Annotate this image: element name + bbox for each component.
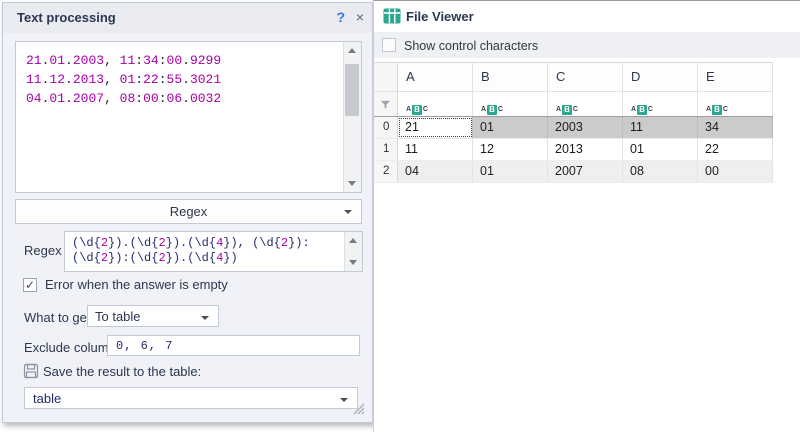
- save-result-label: Save the result to the table:: [43, 364, 201, 379]
- exclude-columns-value: 0, 6, 7: [116, 339, 173, 353]
- what-to-get-dropdown[interactable]: To table: [87, 305, 219, 327]
- table-cell[interactable]: 01: [623, 139, 698, 160]
- scrollbar-thumb[interactable]: [345, 64, 359, 116]
- text-processing-dialog: Text processing ? × 21.01.2003, 11:34:00…: [2, 2, 373, 423]
- data-table: ABCDEABCABCABCABCABC02101200311341111220…: [374, 62, 773, 183]
- mode-dropdown[interactable]: Regex: [15, 199, 362, 224]
- table-cell[interactable]: 2007: [548, 161, 623, 182]
- table-cell[interactable]: 22: [698, 139, 773, 160]
- table-cell[interactable]: 01: [473, 117, 548, 138]
- file-viewer-title: File Viewer: [406, 9, 474, 24]
- chevron-down-icon: [201, 316, 209, 320]
- table-cell[interactable]: 34: [698, 117, 773, 138]
- table-corner-cell[interactable]: [374, 63, 398, 91]
- scroll-up-icon[interactable]: [345, 233, 362, 248]
- column-type-cell[interactable]: ABC: [473, 92, 548, 116]
- mode-dropdown-value: Regex: [16, 204, 361, 219]
- row-header[interactable]: 0: [374, 117, 398, 138]
- table-filter-row: ABC ABC ABC ABC ABC: [374, 92, 773, 117]
- column-type-abc-icon: ABC: [481, 105, 503, 115]
- table-cell[interactable]: 11: [398, 139, 473, 160]
- table-cell[interactable]: 00: [698, 161, 773, 182]
- column-type-cell[interactable]: ABC: [623, 92, 698, 116]
- error-checkbox[interactable]: ✓: [23, 278, 37, 292]
- scroll-down-icon[interactable]: [344, 176, 361, 191]
- column-type-cell[interactable]: ABC: [698, 92, 773, 116]
- column-type-cell[interactable]: ABC: [398, 92, 473, 116]
- filter-icon[interactable]: [374, 92, 398, 116]
- help-icon[interactable]: ?: [336, 9, 345, 25]
- dialog-title: Text processing: [17, 10, 116, 25]
- table-cell[interactable]: 01: [473, 161, 548, 182]
- row-header[interactable]: 1: [374, 139, 398, 160]
- table-row: 0210120031134: [374, 117, 773, 139]
- dialog-titlebar[interactable]: Text processing ? ×: [3, 3, 372, 33]
- save-icon: [23, 363, 39, 379]
- table-header-row: ABCDE: [374, 62, 773, 92]
- regex-field-label: Regex: [24, 243, 62, 258]
- regex-input-content[interactable]: (\d{2}).(\d{2}).(\d{4}), (\d{2}): (\d{2}…: [65, 232, 345, 271]
- column-type-abc-icon: ABC: [631, 105, 653, 115]
- regex-scrollbar[interactable]: [344, 232, 362, 271]
- column-type-abc-icon: ABC: [406, 105, 428, 115]
- source-text-area[interactable]: 21.01.2003, 11:34:00.9299 11.12.2013, 01…: [15, 41, 362, 193]
- close-icon[interactable]: ×: [356, 9, 364, 25]
- regex-input[interactable]: (\d{2}).(\d{2}).(\d{4}), (\d{2}): (\d{2}…: [64, 231, 363, 272]
- table-cell[interactable]: 21: [398, 117, 473, 138]
- table-cell[interactable]: 2013: [548, 139, 623, 160]
- table-cell[interactable]: 12: [473, 139, 548, 160]
- file-viewer-panel: File Viewer Show control characters ABCD…: [373, 0, 800, 432]
- column-header[interactable]: A: [398, 63, 473, 91]
- exclude-columns-input[interactable]: 0, 6, 7: [107, 335, 360, 356]
- scroll-down-icon[interactable]: [345, 255, 362, 270]
- column-type-abc-icon: ABC: [556, 105, 578, 115]
- source-text-content[interactable]: 21.01.2003, 11:34:00.9299 11.12.2013, 01…: [16, 42, 344, 192]
- error-checkbox-label: Error when the answer is empty: [45, 277, 228, 292]
- what-to-get-label: What to get: [24, 310, 90, 325]
- file-viewer-titlebar: File Viewer: [374, 1, 800, 32]
- save-result-row: Save the result to the table:: [23, 363, 201, 379]
- table-row: 1111220130122: [374, 139, 773, 161]
- table-cell[interactable]: 04: [398, 161, 473, 182]
- save-table-dropdown[interactable]: table: [24, 387, 358, 409]
- table-cell[interactable]: 08: [623, 161, 698, 182]
- show-control-characters-row: Show control characters: [374, 32, 800, 58]
- table-cell[interactable]: 2003: [548, 117, 623, 138]
- show-control-characters-label: Show control characters: [404, 39, 538, 53]
- table-row: 2040120070800: [374, 161, 773, 183]
- chevron-down-icon: [344, 210, 352, 214]
- show-control-characters-checkbox[interactable]: [382, 38, 396, 52]
- error-checkbox-row: ✓ Error when the answer is empty: [23, 277, 228, 292]
- chevron-down-icon: [340, 398, 348, 402]
- table-icon: [383, 8, 401, 24]
- column-header[interactable]: B: [473, 63, 548, 91]
- scroll-up-icon[interactable]: [344, 43, 361, 58]
- save-table-value: table: [33, 391, 61, 406]
- column-type-abc-icon: ABC: [706, 105, 728, 115]
- column-type-cell[interactable]: ABC: [548, 92, 623, 116]
- row-header[interactable]: 2: [374, 161, 398, 182]
- column-header[interactable]: E: [698, 63, 773, 91]
- resize-grip[interactable]: [353, 403, 365, 415]
- screen: Text processing ? × 21.01.2003, 11:34:00…: [0, 0, 800, 432]
- what-to-get-value: To table: [95, 309, 141, 324]
- column-header[interactable]: C: [548, 63, 623, 91]
- column-header[interactable]: D: [623, 63, 698, 91]
- scrollbar-vertical[interactable]: [343, 42, 361, 192]
- table-cell[interactable]: 11: [623, 117, 698, 138]
